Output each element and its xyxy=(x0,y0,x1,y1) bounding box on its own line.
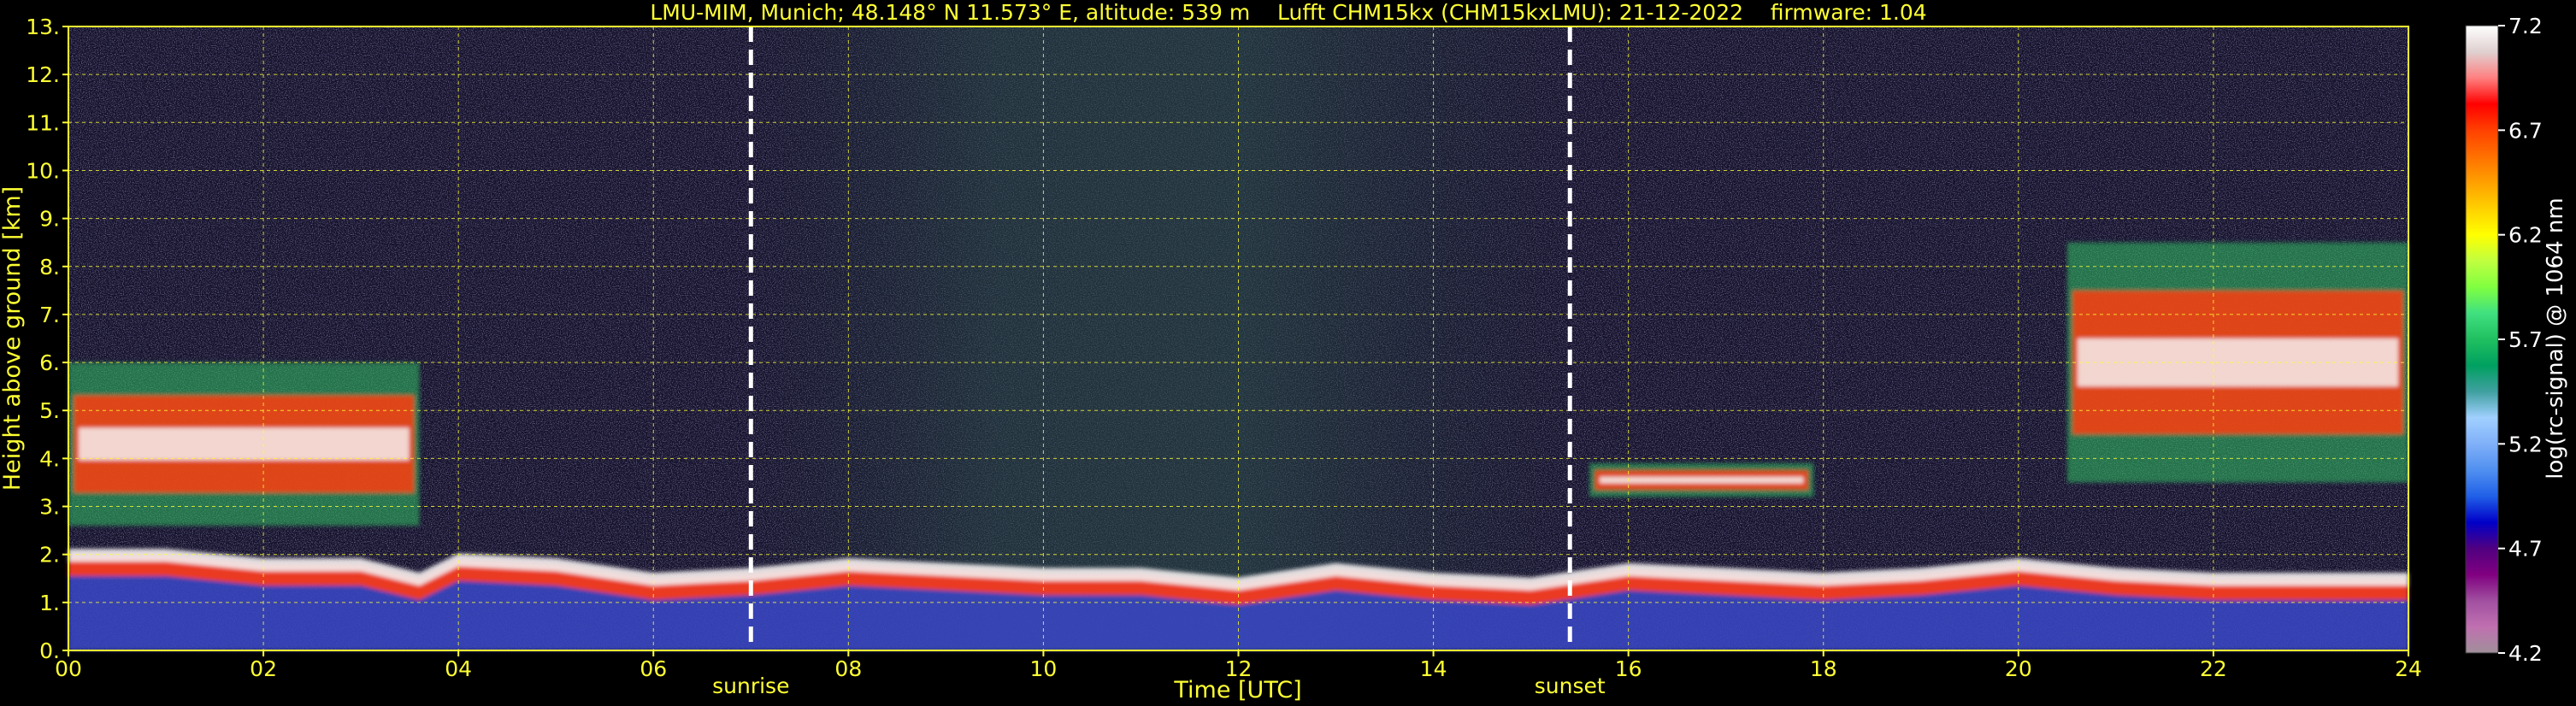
y-tick-label: 8. xyxy=(39,255,60,279)
x-tick-label: 08 xyxy=(834,656,862,681)
daytime-noise-band xyxy=(752,26,1573,650)
y-tick-label: 11. xyxy=(26,110,60,135)
x-tick-label: 10 xyxy=(1030,656,1058,681)
colorbar-tick-label: 4.2 xyxy=(2508,641,2543,666)
x-tick-label: 20 xyxy=(2005,656,2032,681)
colorbar-ticks: 4.2 4.7 5.2 5.7 6.2 6.7 7.2 xyxy=(2498,14,2543,666)
x-tick-label: 24 xyxy=(2395,656,2422,681)
colorbar-tick-label: 4.7 xyxy=(2508,537,2543,562)
y-tick-label: 2. xyxy=(39,543,60,568)
y-tick-label: 6. xyxy=(39,350,60,375)
x-tick-label: 02 xyxy=(250,656,277,681)
chart-svg: LMU-MIM, Munich; 48.148° N 11.573° E, al… xyxy=(0,0,2568,703)
y-tick-label: 0. xyxy=(39,638,60,663)
x-tick-label: 14 xyxy=(1420,656,1447,681)
x-tick-label: 04 xyxy=(445,656,472,681)
event-label-sunrise: sunrise xyxy=(712,674,789,698)
y-tick-label: 7. xyxy=(39,303,60,327)
event-label-sunset: sunset xyxy=(1535,674,1606,698)
plot-area: sunrise sunset xyxy=(68,26,2409,698)
colorbar-tick-label: 6.7 xyxy=(2508,118,2543,143)
x-axis-label: Time [UTC] xyxy=(1173,677,1301,703)
colorbar-scale xyxy=(2465,25,2499,654)
colorbar-tick-label: 7.2 xyxy=(2508,14,2543,38)
ceilometer-chart: LMU-MIM, Munich; 48.148° N 11.573° E, al… xyxy=(0,0,2576,706)
colorbar-tick-label: 5.7 xyxy=(2508,327,2543,352)
colorbar-tick-label: 6.2 xyxy=(2508,223,2543,248)
y-tick-label: 9. xyxy=(39,207,60,232)
colorbar-tick-label: 5.2 xyxy=(2508,432,2543,456)
y-tick-label: 10. xyxy=(26,158,60,183)
y-tick-label: 12. xyxy=(26,62,60,87)
y-tick-label: 3. xyxy=(39,495,60,520)
y-tick-label: 4. xyxy=(39,446,60,471)
y-axis-ticks: 0. 1. 2. 3. 4. 5. 6. 7. 8. 9. 10. 11. 12. 13. xyxy=(26,15,68,663)
colorbar-label: log(rc-signal) @ 1064 nm xyxy=(2543,197,2568,479)
y-tick-label: 5. xyxy=(39,398,60,423)
cloud-afternoon-core xyxy=(1600,476,1804,484)
x-tick-label: 06 xyxy=(640,656,667,681)
colorbar: 4.2 4.7 5.2 5.7 6.2 6.7 7.2 log(rc-signal) @ 1… xyxy=(2465,14,2568,666)
y-tick-label: 13. xyxy=(26,15,60,39)
x-tick-label: 16 xyxy=(1615,656,1642,681)
cloud-early-morning-core xyxy=(79,427,410,461)
chart-title: LMU-MIM, Munich; 48.148° N 11.573° E, al… xyxy=(650,0,1926,25)
y-tick-label: 1. xyxy=(39,591,60,615)
x-tick-label: 22 xyxy=(2200,656,2227,681)
y-axis-label: Height above ground [km] xyxy=(0,186,26,491)
x-tick-label: 18 xyxy=(1810,656,1837,681)
